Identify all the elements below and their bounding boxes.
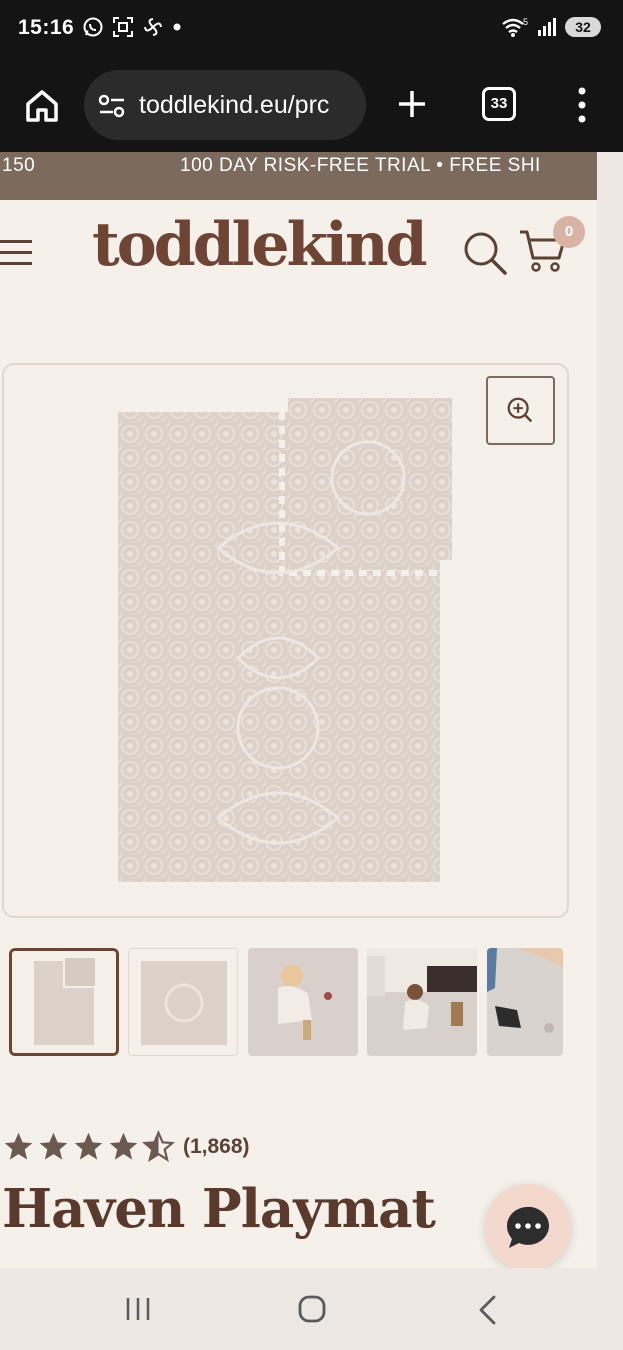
announcement-bar: 150 100 DAY RISK-FREE TRIAL • FREE SHI xyxy=(0,152,597,200)
announcement-fragment: 150 xyxy=(2,155,36,176)
whatsapp-icon xyxy=(83,17,103,37)
more-menu-icon[interactable] xyxy=(572,86,592,124)
status-bar: 15:16 5 32 xyxy=(0,0,623,58)
dot-icon xyxy=(173,23,181,31)
battery-indicator: 32 xyxy=(565,17,601,37)
status-time: 15:16 xyxy=(18,16,75,39)
site-settings-icon[interactable] xyxy=(98,93,126,119)
chat-bubble-icon xyxy=(506,1206,549,1248)
star-icon xyxy=(4,1132,33,1160)
product-title: Haven Playmat xyxy=(2,1178,436,1240)
playmat-product-image[interactable] xyxy=(118,398,454,884)
new-tab-icon[interactable] xyxy=(396,88,428,120)
url-text[interactable]: toddlekind.eu/prc xyxy=(139,91,329,120)
thumbnail-3[interactable] xyxy=(248,948,358,1056)
cart-count-badge: 0 xyxy=(553,216,585,248)
page-edge xyxy=(597,152,623,1268)
thumbnail-5[interactable] xyxy=(487,948,563,1056)
system-indicators: 5 32 xyxy=(501,16,601,38)
home-nav-icon[interactable] xyxy=(297,1294,327,1324)
recent-apps-icon[interactable] xyxy=(124,1296,152,1322)
site-header: toddlekind xyxy=(0,200,597,312)
address-bar[interactable]: toddlekind.eu/prc xyxy=(84,70,366,140)
signal-icon xyxy=(538,18,556,36)
star-icon xyxy=(39,1132,68,1160)
half-star-icon xyxy=(142,1130,175,1162)
product-rating[interactable]: (1,868) xyxy=(2,1130,250,1163)
home-icon[interactable] xyxy=(22,86,62,126)
pinwheel-icon xyxy=(144,18,162,36)
back-icon[interactable] xyxy=(476,1294,498,1326)
chat-button[interactable] xyxy=(485,1184,571,1270)
thumbnail-1[interactable] xyxy=(9,948,119,1056)
system-navigation-bar xyxy=(0,1268,623,1350)
browser-toolbar: toddlekind.eu/prc 33 xyxy=(0,58,623,152)
wifi-icon: 5 xyxy=(502,17,528,37)
star-icon xyxy=(74,1132,103,1160)
zoom-in-icon[interactable] xyxy=(486,376,555,445)
screenshot-icon xyxy=(113,17,133,37)
tab-switcher-button[interactable]: 33 xyxy=(482,87,516,121)
notification-icons xyxy=(82,16,182,38)
thumbnail-4[interactable] xyxy=(367,948,477,1056)
search-icon[interactable] xyxy=(462,230,508,276)
svg-text:5: 5 xyxy=(523,17,528,27)
announcement-text: 100 DAY RISK-FREE TRIAL • FREE SHI xyxy=(180,155,541,176)
thumbnail-2[interactable] xyxy=(128,948,238,1056)
star-icon xyxy=(109,1132,138,1160)
review-count[interactable]: (1,868) xyxy=(183,1135,250,1159)
hamburger-menu-icon[interactable] xyxy=(0,240,32,268)
site-logo[interactable]: toddlekind xyxy=(92,210,428,280)
